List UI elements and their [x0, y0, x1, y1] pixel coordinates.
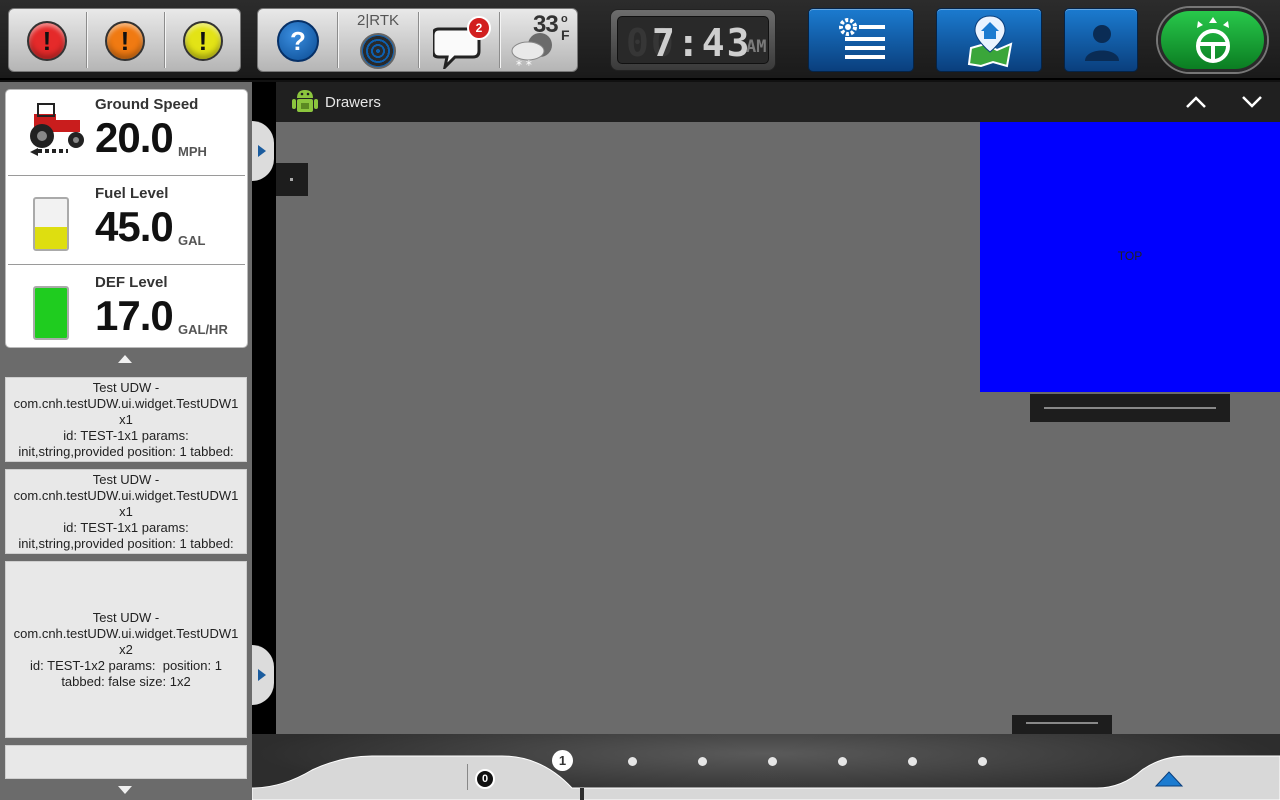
person-icon	[1085, 25, 1119, 61]
udw-line: x1	[119, 504, 133, 519]
def-level-gauge[interactable]: DEF Level 17.0 GAL/HR	[6, 268, 247, 354]
caution-alert-button[interactable]: !	[183, 21, 223, 61]
sidebar-divider	[252, 82, 276, 734]
gauges-panel: Ground Speed 20.0 MPH Fuel Level 45.0 GA…	[5, 89, 248, 348]
top-drawer-handle[interactable]	[1030, 394, 1230, 422]
home-map-icon	[967, 15, 1013, 68]
gauge-value: 45.0	[95, 203, 174, 250]
temperature-unit: F	[561, 27, 570, 43]
page-indicator-dot[interactable]	[908, 757, 917, 766]
arrow-right-icon	[258, 145, 266, 157]
fuel-level-gauge[interactable]: Fuel Level 45.0 GAL	[6, 179, 247, 265]
help-button[interactable]: ?	[277, 20, 319, 62]
temperature-value: 33	[533, 11, 559, 38]
udw-line: tabbed: false size: 1x2	[61, 674, 191, 689]
critical-alert-button[interactable]: !	[27, 21, 67, 61]
udw-widget-empty[interactable]	[5, 745, 247, 779]
clock-display: 00 7:43 AM	[610, 9, 776, 71]
page-indicator-dot[interactable]	[768, 757, 777, 766]
gauge-unit: MPH	[178, 144, 207, 159]
status-panel: ? 2|RTK 2 * * 33 o F	[257, 8, 578, 72]
satellite-radar-icon	[360, 33, 396, 69]
gauge-unit: GAL	[178, 233, 206, 248]
scroll-up-icon[interactable]	[118, 355, 132, 363]
gauge-value: 20.0	[95, 114, 174, 161]
page-indicator-dot[interactable]	[698, 757, 707, 766]
scroll-down-icon[interactable]	[118, 786, 132, 794]
clock-ampm: AM	[746, 37, 767, 57]
chevron-down-icon[interactable]	[1240, 94, 1264, 110]
top-status-bar: ! ! ! ? 2|RTK 2 * * 33 o F 00 7:43 AM	[0, 0, 1280, 80]
expand-bottom-tab[interactable]	[252, 645, 274, 705]
weather-button[interactable]: * * 33 o F	[500, 9, 578, 71]
udw-line: com.cnh.testUDW.ui.widget.TestUDW1	[13, 396, 239, 411]
gear-list-icon	[839, 18, 885, 59]
top-drawer-label: TOP	[1117, 249, 1143, 263]
ground-speed-gauge[interactable]: Ground Speed 20.0 MPH	[6, 90, 247, 176]
gauge-label: Fuel Level	[95, 185, 169, 202]
gauge-value: 17.0	[95, 292, 174, 339]
chevron-up-icon[interactable]	[1184, 94, 1208, 110]
udw-line: x1	[119, 412, 133, 427]
udw-line: id: TEST-1x2 params: position: 1	[30, 658, 222, 673]
top-drawer[interactable]: TOP	[980, 122, 1280, 392]
udw-line: Test UDW -	[92, 380, 160, 395]
clock-time: 7:43	[652, 21, 752, 65]
alerts-panel: ! ! !	[8, 8, 241, 72]
gps-status-button[interactable]: 2|RTK	[338, 9, 418, 71]
udw-line: init,string,provided position: 1 tabbed:	[18, 536, 234, 551]
page-indicator-dot[interactable]	[838, 757, 847, 766]
udw-widget[interactable]: Test UDW - com.cnh.testUDW.ui.widget.Tes…	[5, 561, 247, 738]
messages-button[interactable]: 2	[419, 9, 499, 71]
udw-line: init,string,provided position: 1 tabbed:	[18, 444, 234, 459]
udw-line: Test UDW -	[92, 472, 160, 487]
page-indicator-dot[interactable]	[978, 757, 987, 766]
window-title-bar: Drawers	[276, 82, 1280, 122]
udw-line: x2	[119, 642, 133, 657]
android-icon	[292, 90, 318, 112]
gauge-label: Ground Speed	[95, 96, 199, 113]
bottom-tab-shape	[252, 755, 1280, 800]
udw-line: com.cnh.testUDW.ui.widget.TestUDW1	[13, 488, 239, 503]
svg-text:* *: * *	[516, 58, 532, 71]
notification-count-badge[interactable]: 0	[475, 769, 495, 789]
expand-up-icon[interactable]	[1154, 770, 1184, 788]
help-cell: ?	[258, 9, 338, 71]
gauge-label: DEF Level	[95, 274, 168, 291]
warning-alert-button[interactable]: !	[105, 21, 145, 61]
page-indicator-dot[interactable]	[628, 757, 637, 766]
gauge-unit: GAL/HR	[178, 322, 228, 337]
tractor-icon	[30, 103, 84, 156]
udw-widget[interactable]: Test UDW - com.cnh.testUDW.ui.widget.Tes…	[5, 469, 247, 554]
udw-line: com.cnh.testUDW.ui.widget.TestUDW1	[13, 626, 239, 641]
expand-top-tab[interactable]	[252, 121, 274, 181]
steering-wheel-icon	[1196, 17, 1230, 63]
left-drawer-handle[interactable]	[276, 163, 308, 196]
temperature-degree: o	[561, 13, 568, 25]
bottom-page-bar: 0 1	[252, 734, 1280, 800]
bottom-drawer-handle[interactable]	[1012, 715, 1112, 734]
udw-line: id: TEST-1x1 params:	[63, 428, 189, 443]
messages-count-badge: 2	[467, 16, 491, 40]
settings-menu-button[interactable]	[808, 8, 914, 72]
udw-line: Test UDW -	[92, 610, 160, 625]
autoguidance-steering-button[interactable]	[1158, 8, 1267, 72]
window-title: Drawers	[325, 94, 381, 111]
fuel-tank-icon	[33, 197, 69, 251]
run-screen-sidebar: Ground Speed 20.0 MPH Fuel Level 45.0 GA…	[0, 82, 252, 800]
page-indicator-active[interactable]: 1	[552, 750, 573, 771]
def-tank-icon	[33, 286, 69, 340]
udw-line: id: TEST-1x1 params:	[63, 520, 189, 535]
operator-profile-button[interactable]	[1064, 8, 1138, 72]
drawers-content-area: TOP	[276, 122, 1280, 734]
arrow-right-icon	[258, 669, 266, 681]
gps-label: 2|RTK	[357, 12, 399, 29]
udw-widget[interactable]: Test UDW - com.cnh.testUDW.ui.widget.Tes…	[5, 377, 247, 462]
field-home-button[interactable]	[936, 8, 1042, 72]
